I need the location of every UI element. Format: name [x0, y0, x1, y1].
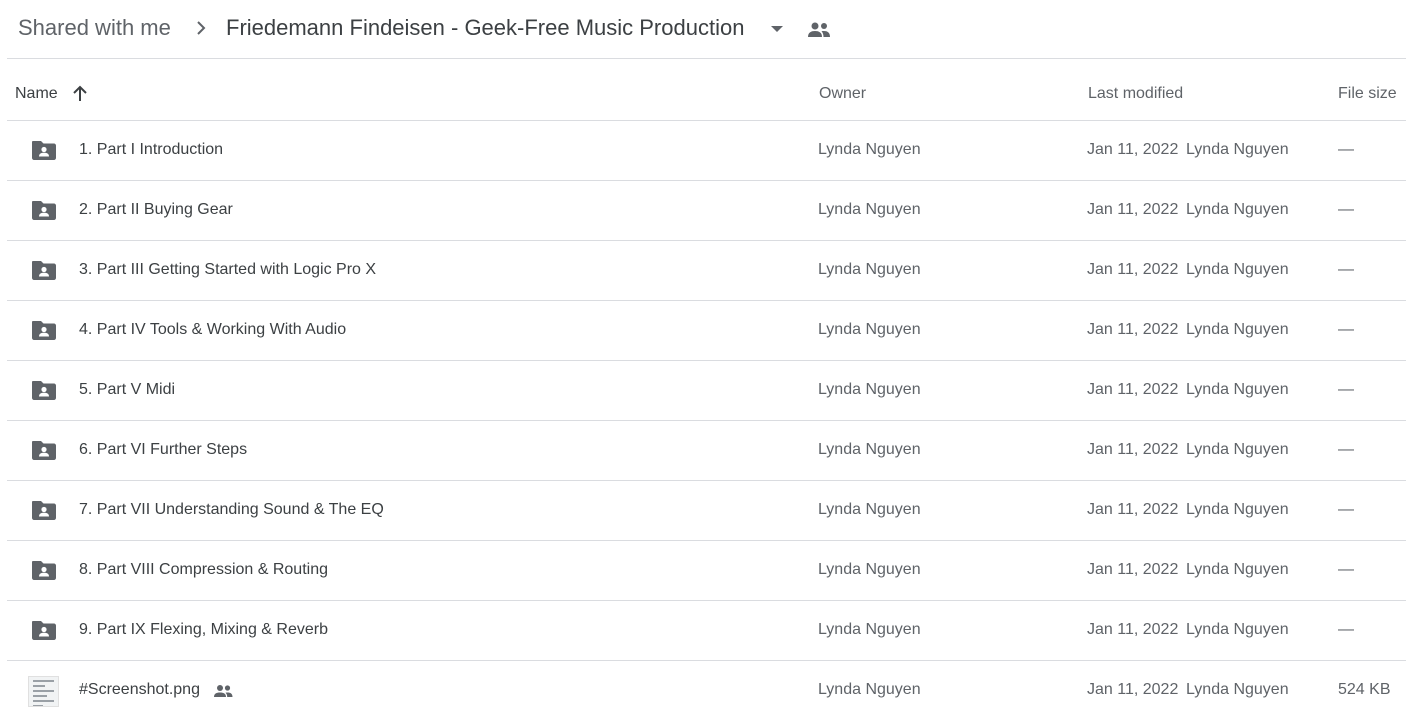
file-modified-date: Jan 11, 2022: [1087, 561, 1179, 578]
file-owner: Lynda Nguyen: [818, 381, 921, 398]
file-name: 9. Part IX Flexing, Mixing & Reverb: [79, 621, 328, 638]
file-modified-by: Lynda Nguyen: [1186, 321, 1289, 338]
arrow-up-icon[interactable]: [71, 84, 89, 104]
file-size: —: [1338, 501, 1354, 518]
file-size: —: [1338, 561, 1354, 578]
file-name: 8. Part VIII Compression & Routing: [79, 561, 328, 578]
shared-folder-icon: [32, 201, 56, 220]
file-modified-date: Jan 11, 2022: [1087, 261, 1179, 278]
file-size: —: [1338, 441, 1354, 458]
people-icon[interactable]: [806, 20, 832, 40]
file-owner: Lynda Nguyen: [818, 261, 921, 278]
file-name: 6. Part VI Further Steps: [79, 441, 248, 458]
file-list: 1. Part I Introduction Lynda Nguyen Jan …: [7, 121, 1406, 720]
file-modified-date: Jan 11, 2022: [1087, 681, 1179, 698]
file-modified-date: Jan 11, 2022: [1087, 381, 1179, 398]
column-header-name[interactable]: Name: [15, 85, 58, 103]
file-owner: Lynda Nguyen: [818, 201, 921, 218]
column-header-file-size[interactable]: File size: [1338, 85, 1397, 103]
file-row[interactable]: 7. Part VII Understanding Sound & The EQ…: [7, 481, 1406, 541]
file-modified-by: Lynda Nguyen: [1186, 681, 1289, 698]
file-modified-by: Lynda Nguyen: [1186, 621, 1289, 638]
file-name: 7. Part VII Understanding Sound & The EQ: [79, 501, 384, 518]
file-size: —: [1338, 261, 1354, 278]
file-row[interactable]: 9. Part IX Flexing, Mixing & Reverb Lynd…: [7, 601, 1406, 661]
file-size: —: [1338, 321, 1354, 338]
file-name: 4. Part IV Tools & Working With Audio: [79, 321, 347, 338]
file-row[interactable]: 2. Part II Buying Gear Lynda Nguyen Jan …: [7, 181, 1406, 241]
file-size: —: [1338, 141, 1354, 158]
file-name: 1. Part I Introduction: [79, 141, 224, 158]
file-row[interactable]: 3. Part III Getting Started with Logic P…: [7, 241, 1406, 301]
file-modified-date: Jan 11, 2022: [1087, 501, 1179, 518]
file-modified-by: Lynda Nguyen: [1186, 261, 1289, 278]
file-modified-date: Jan 11, 2022: [1087, 201, 1179, 218]
file-size: —: [1338, 381, 1354, 398]
file-modified-by: Lynda Nguyen: [1186, 441, 1289, 458]
file-modified-by: Lynda Nguyen: [1186, 561, 1289, 578]
file-modified-date: Jan 11, 2022: [1087, 321, 1179, 338]
file-owner: Lynda Nguyen: [818, 501, 921, 518]
file-owner: Lynda Nguyen: [818, 321, 921, 338]
file-name: 5. Part V Midi: [79, 381, 176, 398]
file-owner: Lynda Nguyen: [818, 441, 921, 458]
shared-folder-icon: [32, 561, 56, 580]
column-header-row: Name Owner Last modified File size: [7, 59, 1406, 121]
breadcrumb-current-folder[interactable]: Friedemann Findeisen - Geek-Free Music P…: [226, 14, 744, 42]
file-owner: Lynda Nguyen: [818, 561, 921, 578]
file-name: 3. Part III Getting Started with Logic P…: [79, 261, 377, 278]
shared-folder-icon: [32, 441, 56, 460]
shared-folder-icon: [32, 261, 56, 280]
file-modified-date: Jan 11, 2022: [1087, 621, 1179, 638]
file-owner: Lynda Nguyen: [818, 681, 921, 698]
file-row[interactable]: 6. Part VI Further Steps Lynda Nguyen Ja…: [7, 421, 1406, 481]
file-row[interactable]: 4. Part IV Tools & Working With Audio Ly…: [7, 301, 1406, 361]
file-row[interactable]: #Screenshot.png Lynda Nguyen Jan 11, 202…: [7, 661, 1406, 720]
file-row[interactable]: 1. Part I Introduction Lynda Nguyen Jan …: [7, 121, 1406, 181]
file-name: #Screenshot.png: [79, 681, 200, 698]
breadcrumb-shared-with-me[interactable]: Shared with me: [18, 14, 171, 42]
file-owner: Lynda Nguyen: [818, 141, 921, 158]
file-name: 2. Part II Buying Gear: [79, 201, 233, 218]
file-modified-by: Lynda Nguyen: [1186, 201, 1289, 218]
shared-folder-icon: [32, 621, 56, 640]
file-modified-by: Lynda Nguyen: [1186, 381, 1289, 398]
image-thumbnail: [28, 676, 59, 707]
file-modified-date: Jan 11, 2022: [1087, 141, 1179, 158]
column-header-owner[interactable]: Owner: [819, 85, 866, 103]
chevron-right-icon: [197, 21, 206, 35]
column-header-last-modified[interactable]: Last modified: [1088, 85, 1183, 103]
file-size: —: [1338, 621, 1354, 638]
shared-folder-icon: [32, 141, 56, 160]
breadcrumb: Shared with me Friedemann Findeisen - Ge…: [0, 0, 1406, 58]
shared-folder-icon: [32, 501, 56, 520]
file-row[interactable]: 8. Part VIII Compression & Routing Lynda…: [7, 541, 1406, 601]
file-modified-by: Lynda Nguyen: [1186, 141, 1289, 158]
file-row[interactable]: 5. Part V Midi Lynda Nguyen Jan 11, 2022…: [7, 361, 1406, 421]
shared-folder-icon: [32, 381, 56, 400]
file-size: 524 KB: [1338, 681, 1391, 698]
shared-people-icon: [214, 685, 233, 697]
shared-folder-icon: [32, 321, 56, 340]
file-modified-date: Jan 11, 2022: [1087, 441, 1179, 458]
caret-down-icon[interactable]: [770, 24, 784, 34]
file-modified-by: Lynda Nguyen: [1186, 501, 1289, 518]
file-owner: Lynda Nguyen: [818, 621, 921, 638]
file-size: —: [1338, 201, 1354, 218]
